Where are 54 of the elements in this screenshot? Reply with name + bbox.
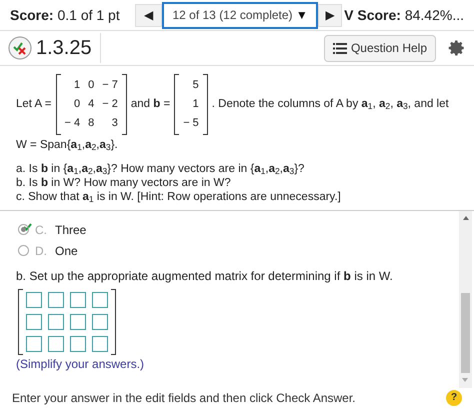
radio-button[interactable] [18, 245, 29, 256]
settings-icon[interactable] [448, 39, 466, 57]
matrix-entry: 4 [88, 97, 94, 112]
choice-letter: D. [35, 242, 48, 260]
matrix-entry: 3 [110, 116, 118, 131]
hint-text: (Simplify your answers.) [16, 356, 146, 374]
problem-text: and b = [130, 96, 170, 112]
matrix-input-field[interactable] [70, 314, 86, 330]
question-part: c. Show that a$_{1}$ is in W. [Hint: Row operations are unnecessary.] [16, 190, 342, 204]
matrix-input-field[interactable] [70, 336, 86, 352]
instruction-text: Enter your answer in the edit fields and then click Check Answer. [12, 390, 356, 408]
matrix-entry: − 5 [183, 116, 199, 131]
matrix-input-field[interactable] [48, 336, 64, 352]
next-button[interactable]: ▶ [318, 4, 342, 26]
matrix-entry: − 4 [64, 116, 80, 131]
matrix-input-field[interactable] [26, 292, 42, 308]
homework-score-text: V Score: 84.42%... [344, 6, 464, 24]
span-definition: W = Span{a$_{1}$,a$_{2}$,a$_{3}$}. [16, 138, 119, 154]
scrollbar[interactable] [459, 211, 472, 388]
scroll-down-icon[interactable] [462, 378, 468, 382]
matrix-entry: 1 [72, 78, 80, 93]
choice-letter: C. [35, 222, 48, 239]
partial-credit-icon [8, 36, 32, 60]
choice-text: One [55, 242, 78, 260]
matrix-entry: 8 [88, 116, 94, 131]
scroll-up-icon[interactable] [462, 216, 468, 220]
matrix-entry: − 7 [102, 78, 118, 93]
matrix-input-field[interactable] [92, 314, 108, 330]
choice-text: Three [55, 222, 86, 239]
matrix-input-field[interactable] [70, 292, 86, 308]
problem-text: Let A = [16, 96, 52, 112]
question-part: a. Is b in {a$_{1}$,a$_{2}$,a$_{3}$}? How many vectors are in {a$_{1}$,a$_{2}$,a$_{3}$}? [16, 162, 306, 176]
matrix-input-field[interactable] [92, 292, 108, 308]
matrix-input-field[interactable] [26, 314, 42, 330]
previous-button[interactable]: ◀ [135, 4, 162, 26]
matrix-input-field[interactable] [26, 336, 42, 352]
matrix-input-field[interactable] [48, 314, 64, 330]
help-button[interactable]: ? [446, 390, 462, 406]
matrix-entry: 0 [88, 78, 94, 93]
list-icon [332, 42, 347, 54]
question-part: b. Set up the appropriate augmented matrix for determining if b is in W. [16, 268, 394, 286]
problem-text: . Denote the columns of A by a$_{1}$, a$_{2}$, a$_{3}$, and let [212, 96, 449, 114]
radio-button[interactable] [18, 224, 29, 236]
score-text: Score: 0.1 of 1 pt [10, 6, 120, 25]
question-selector[interactable]: 12 of 13 (12 complete) ▼ [162, 2, 318, 28]
matrix-input-field[interactable] [48, 292, 64, 308]
matrix-input-field[interactable] [92, 336, 108, 352]
matrix-entry: 0 [72, 97, 80, 112]
matrix-entry: 1 [192, 97, 199, 112]
question-part: b. Is b in W? How many vectors are in W? [16, 176, 232, 190]
matrix-entry: − 2 [102, 97, 118, 112]
question-number: 1.3.25 [36, 33, 101, 63]
question-help-button[interactable]: Question Help [324, 34, 436, 62]
matrix-entry: 5 [192, 78, 199, 93]
